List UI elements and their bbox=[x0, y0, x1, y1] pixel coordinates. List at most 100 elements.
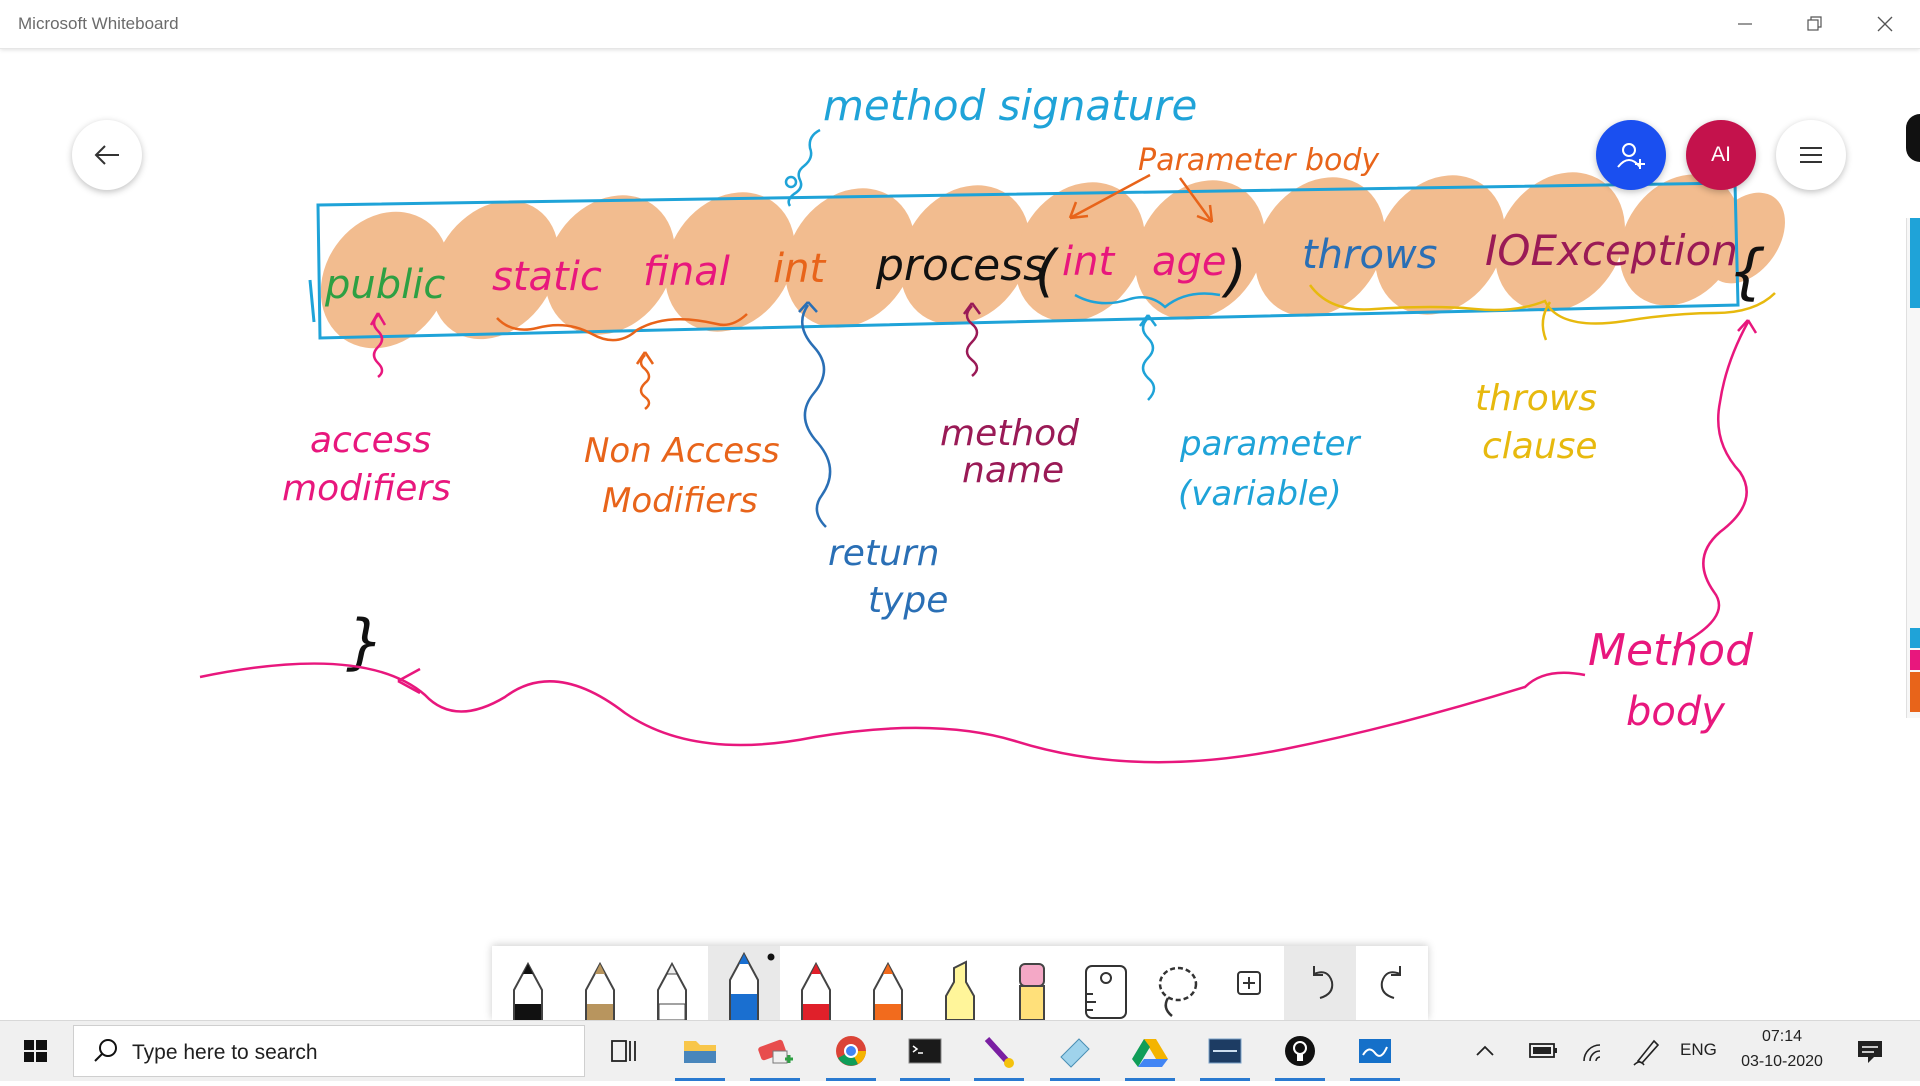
notepad-icon bbox=[1060, 1038, 1090, 1068]
taskbar-notepad[interactable] bbox=[1043, 1021, 1107, 1081]
parameter-label-1: parameter bbox=[1179, 424, 1362, 464]
wifi-indicator[interactable] bbox=[1576, 1021, 1616, 1081]
orange-pen-tool[interactable] bbox=[852, 946, 924, 1020]
lasso-icon bbox=[1158, 966, 1198, 1017]
back-button[interactable] bbox=[72, 120, 142, 190]
orange-pen-icon bbox=[873, 961, 903, 1020]
title-bar: Microsoft Whiteboard bbox=[0, 0, 1920, 49]
taskbar-whiteboard[interactable] bbox=[1343, 1021, 1407, 1081]
method-name-label-1: method bbox=[940, 413, 1080, 454]
close-button[interactable] bbox=[1850, 0, 1920, 48]
method-signature-label: method signature bbox=[823, 81, 1197, 130]
wifi-icon bbox=[1583, 1044, 1601, 1062]
lightbulb-icon bbox=[1285, 1036, 1315, 1066]
undo-icon bbox=[1313, 966, 1334, 999]
eraser-tool[interactable] bbox=[996, 946, 1068, 1020]
method-body-label-2: body bbox=[1626, 689, 1726, 735]
chrome-icon bbox=[836, 1036, 866, 1066]
search-placeholder: Type here to search bbox=[132, 1041, 318, 1064]
black-pen-tool[interactable] bbox=[492, 946, 564, 1020]
parameter-label-2: (variable) bbox=[1178, 474, 1342, 514]
add-icon bbox=[1237, 971, 1261, 995]
task-view-button[interactable] bbox=[592, 1021, 656, 1081]
add-person-icon bbox=[1617, 143, 1645, 169]
int-return-keyword: int bbox=[773, 246, 826, 292]
access-modifiers-label-1: access bbox=[310, 420, 431, 461]
settings-menu-button[interactable] bbox=[1776, 120, 1846, 190]
minimize-button[interactable] bbox=[1710, 0, 1780, 48]
taskbar-paint-app[interactable] bbox=[743, 1021, 807, 1081]
start-button[interactable] bbox=[0, 1021, 72, 1081]
blue-pen-icon bbox=[729, 951, 775, 1020]
open-paren: ( bbox=[1035, 239, 1059, 304]
redo-icon bbox=[1380, 966, 1401, 999]
inking-toolbar bbox=[492, 946, 1428, 1020]
taskbar-file-explorer[interactable] bbox=[668, 1021, 732, 1081]
static-keyword: static bbox=[492, 254, 602, 300]
taskbar-lightbulb-app[interactable] bbox=[1268, 1021, 1332, 1081]
taskbar-chrome[interactable] bbox=[819, 1021, 883, 1081]
task-view-icon bbox=[611, 1040, 636, 1062]
eraser-icon bbox=[1019, 963, 1045, 1020]
clock-date[interactable]: 03-10-2020 bbox=[1730, 1053, 1834, 1071]
windows-logo-icon bbox=[24, 1040, 47, 1062]
color-swatch-orange[interactable] bbox=[1910, 672, 1920, 712]
open-brace: { bbox=[1728, 237, 1766, 307]
user-avatar[interactable]: AI bbox=[1686, 120, 1756, 190]
color-swatch-cyan[interactable] bbox=[1910, 628, 1920, 648]
app-title: Microsoft Whiteboard bbox=[18, 14, 179, 33]
parameter-body-label: Parameter body bbox=[1138, 143, 1380, 178]
invite-button[interactable] bbox=[1596, 120, 1666, 190]
color-swatch-pink[interactable] bbox=[1910, 650, 1920, 670]
throws-keyword: throws bbox=[1302, 232, 1438, 278]
gold-pen-tool[interactable] bbox=[564, 946, 636, 1020]
chevron-up-icon bbox=[1476, 1045, 1494, 1056]
method-body-label-1: Method bbox=[1588, 625, 1754, 676]
lasso-select-tool[interactable] bbox=[1140, 946, 1212, 1020]
taskbar-snipping-tool[interactable] bbox=[967, 1021, 1031, 1081]
close-paren: ) bbox=[1221, 239, 1247, 304]
return-type-label-2: type bbox=[868, 580, 948, 621]
ruler-icon bbox=[1085, 965, 1127, 1019]
edge-button[interactable] bbox=[1906, 114, 1920, 162]
whiteboard-app-icon bbox=[1359, 1039, 1391, 1063]
ink-layer: method signature Parameter body public s… bbox=[199, 81, 1785, 764]
taskbar-search-box[interactable]: Type here to search bbox=[73, 1025, 585, 1077]
return-type-label-1: return bbox=[828, 533, 940, 574]
red-pen-tool[interactable] bbox=[780, 946, 852, 1020]
param-name: age bbox=[1152, 239, 1227, 285]
access-modifiers-label-2: modifiers bbox=[282, 468, 451, 509]
pen-workspace-button[interactable] bbox=[1626, 1021, 1666, 1081]
google-drive-icon bbox=[1132, 1039, 1168, 1067]
close-icon bbox=[1877, 16, 1893, 32]
language-indicator[interactable]: ENG bbox=[1680, 1040, 1717, 1060]
taskbar-google-drive[interactable] bbox=[1118, 1021, 1182, 1081]
throws-clause-label-1: throws bbox=[1475, 378, 1597, 419]
highlighter-tool[interactable] bbox=[924, 946, 996, 1020]
avatar-initials: AI bbox=[1711, 143, 1731, 166]
side-panel-edge[interactable] bbox=[1906, 218, 1920, 718]
show-hidden-icons-button[interactable] bbox=[1470, 1021, 1500, 1081]
exception-name: IOException bbox=[1485, 226, 1738, 275]
clock-time[interactable]: 07:14 bbox=[1736, 1028, 1828, 1046]
whiteboard-canvas[interactable]: method signature Parameter body public s… bbox=[0, 48, 1920, 1020]
blue-pen-tool[interactable] bbox=[708, 946, 780, 1020]
undo-button[interactable] bbox=[1284, 946, 1356, 1020]
process-method-name: process bbox=[875, 240, 1046, 291]
battery-indicator[interactable] bbox=[1524, 1021, 1564, 1081]
white-pen-tool[interactable] bbox=[636, 946, 708, 1020]
taskbar-mysql[interactable] bbox=[1193, 1021, 1257, 1081]
action-center-button[interactable] bbox=[1850, 1021, 1890, 1081]
color-swatch-blue[interactable] bbox=[1910, 218, 1920, 308]
mysql-icon bbox=[1208, 1038, 1242, 1064]
ruler-tool[interactable] bbox=[1068, 946, 1140, 1020]
red-pen-icon bbox=[801, 961, 831, 1020]
add-content-button[interactable] bbox=[1212, 946, 1284, 1020]
terminal-icon bbox=[908, 1038, 942, 1064]
restore-button[interactable] bbox=[1780, 0, 1850, 48]
minimize-icon bbox=[1738, 23, 1752, 25]
highlighter-icon bbox=[945, 960, 975, 1020]
taskbar: Type here to search ENG 07:14 03-10-2020 bbox=[0, 1020, 1920, 1081]
taskbar-command-prompt[interactable] bbox=[893, 1021, 957, 1081]
redo-button[interactable] bbox=[1356, 946, 1428, 1020]
